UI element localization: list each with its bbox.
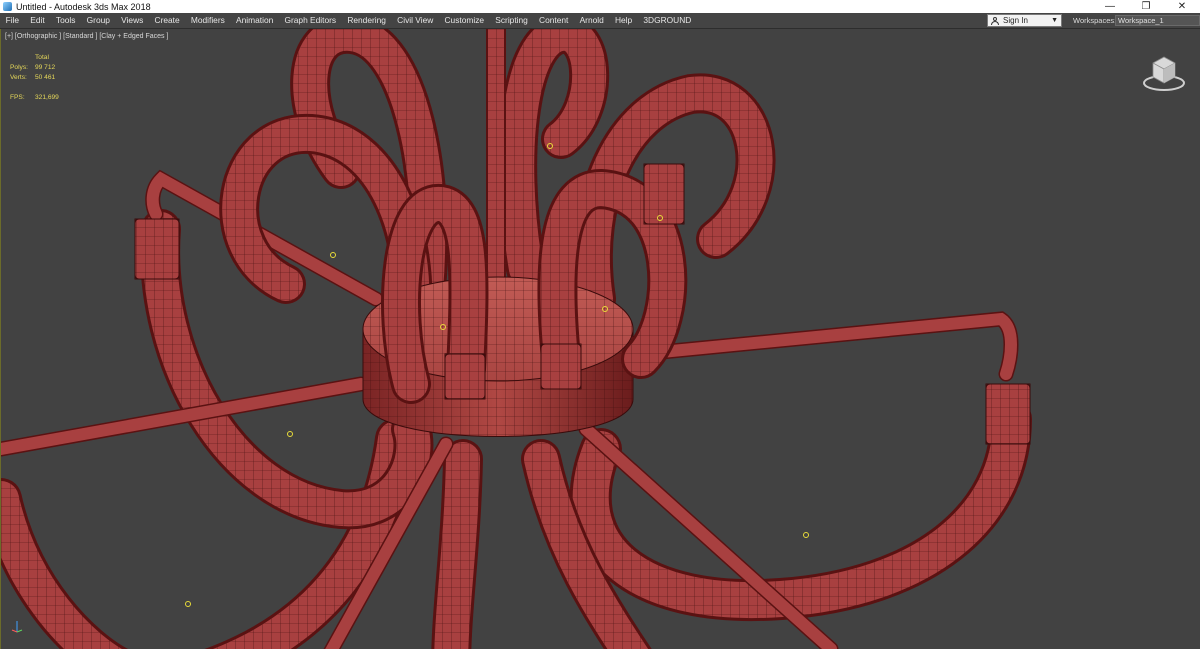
sign-in-label: Sign In [1003,16,1028,25]
fps-value: 321,699 [35,94,59,101]
menu-civil-view[interactable]: Civil View [392,13,439,28]
title-bar: Untitled - Autodesk 3ds Max 2018 — ❐ ✕ [0,0,1200,13]
verts-value: 50 461 [35,74,56,81]
menu-rendering[interactable]: Rendering [342,13,392,28]
menu-graph-editors[interactable]: Graph Editors [279,13,342,28]
menu-file[interactable]: File [0,13,25,28]
lower-arm-center-left[interactable] [431,439,483,649]
user-icon [991,16,999,25]
workspaces-label: Workspaces: [1073,16,1117,25]
menu-group[interactable]: Group [81,13,115,28]
lower-arm-right[interactable] [569,398,1032,622]
menu-animation[interactable]: Animation [230,13,278,28]
polys-label: Polys: [10,64,28,71]
maximize-button[interactable]: ❐ [1128,0,1164,13]
menu-3dground[interactable]: 3DGROUND [638,13,697,28]
menu-help[interactable]: Help [609,13,637,28]
menu-tools[interactable]: Tools [50,13,81,28]
menu-bar: File Edit Tools Group Views Create Modifiers An… [0,13,1200,29]
menu-edit[interactable]: Edit [25,13,51,28]
workspace-select[interactable]: Workspace_1 [1115,15,1200,26]
window-title: Untitled - Autodesk 3ds Max 2018 [16,1,151,12]
main-menu: File Edit Tools Group Views Create Modifiers An… [0,13,697,28]
fps-label: FPS: [10,94,25,101]
sign-in-dropdown[interactable]: Sign In ▼ [987,14,1062,27]
statistics-overlay: Total Polys: 99 712 Verts: 50 461 FPS: 321,… [10,53,59,103]
3dsmax-app-icon [3,2,12,11]
menu-arnold[interactable]: Arnold [574,13,609,28]
menu-modifiers[interactable]: Modifiers [185,13,230,28]
viewport-label[interactable]: [+] [Orthographic ] [Standard ] [Clay + … [5,33,168,40]
stats-header: Total [35,54,49,61]
menu-views[interactable]: Views [116,13,149,28]
menu-customize[interactable]: Customize [439,13,490,28]
menu-scripting[interactable]: Scripting [490,13,534,28]
close-button[interactable]: ✕ [1164,0,1200,13]
chandelier-model[interactable] [1,29,1200,649]
minimize-button[interactable]: — [1092,0,1128,13]
axis-tripod-icon [11,621,23,633]
perspective-viewport[interactable]: [+] [Orthographic ] [Standard ] [Clay + … [0,29,1200,649]
chevron-down-icon: ▼ [1051,17,1058,24]
viewcube-icon[interactable] [1139,49,1189,95]
verts-label: Verts: [10,74,27,81]
menu-create[interactable]: Create [149,13,185,28]
polys-value: 99 712 [35,64,56,71]
menu-content[interactable]: Content [533,13,574,28]
